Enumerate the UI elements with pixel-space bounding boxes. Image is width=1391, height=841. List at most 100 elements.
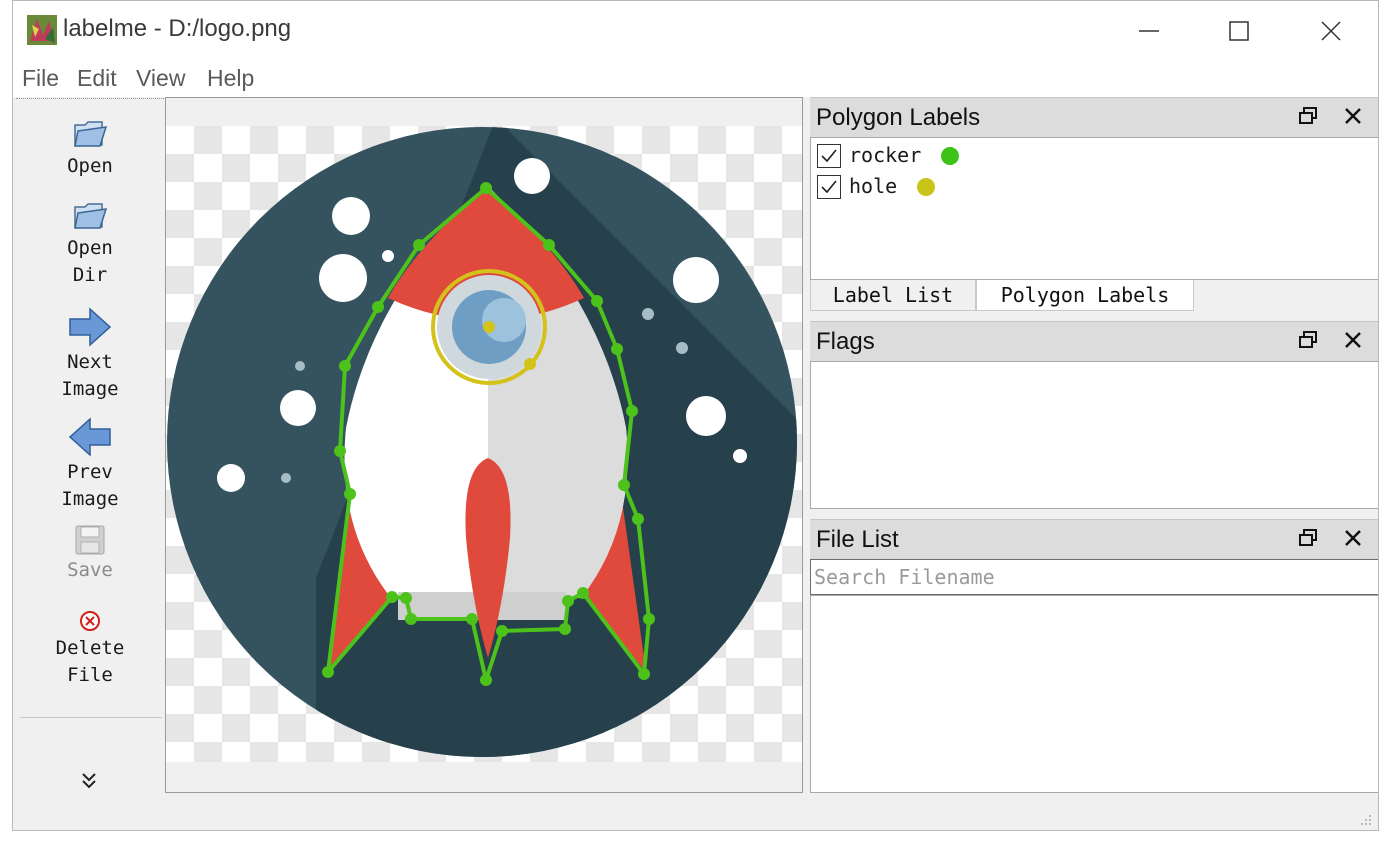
window-title: labelme - D:/logo.png (63, 15, 292, 42)
polygon-vertex-handle[interactable] (643, 613, 655, 625)
polygon-vertex-handle[interactable] (386, 591, 398, 603)
hole-vertex-handle[interactable] (524, 358, 536, 370)
menu-help[interactable]: Help (207, 65, 254, 92)
close-icon (1321, 21, 1341, 41)
star (673, 257, 719, 303)
polygon-labels-dock-header: Polygon Labels (810, 97, 1378, 137)
tab-polygon-labels[interactable]: Polygon Labels (976, 280, 1194, 311)
prev-image-label-line1: Prev (67, 461, 113, 483)
polygon-vertex-handle[interactable] (466, 613, 478, 625)
polygon-vertex-handle[interactable] (413, 239, 425, 251)
tool-bar: Open Open Dir Next Image Prev Image Save… (16, 98, 164, 792)
label-checkbox[interactable] (817, 144, 841, 168)
polygon-vertex-handle[interactable] (562, 595, 574, 607)
star (295, 361, 305, 371)
star (217, 464, 245, 492)
maximize-button[interactable] (1209, 11, 1269, 51)
polygon-vertex-handle[interactable] (543, 239, 555, 251)
polygon-labels-list: rocker hole (810, 137, 1378, 280)
prev-image-button[interactable]: Prev Image (16, 417, 164, 513)
label-item-text: hole (849, 174, 898, 198)
arrow-right-icon (69, 307, 112, 347)
star (281, 473, 291, 483)
folder-open-icon (74, 121, 108, 147)
app-logo-icon (27, 15, 57, 45)
polygon-vertex-handle[interactable] (322, 666, 334, 678)
flags-dock-title: Flags (816, 328, 875, 355)
maximize-icon (1229, 21, 1249, 41)
file-list-dock: File List (810, 519, 1378, 793)
dock-float-icon[interactable] (1298, 528, 1318, 548)
open-dir-button[interactable]: Open Dir (16, 197, 164, 289)
delete-circle-icon (80, 611, 100, 631)
checkmark-icon (821, 180, 837, 194)
polygon-vertex-handle[interactable] (496, 625, 508, 637)
polygon-vertex-handle[interactable] (372, 301, 384, 313)
star (642, 308, 654, 320)
open-label: Open (67, 155, 113, 177)
dock-close-icon[interactable] (1344, 107, 1362, 125)
label-color-dot (941, 147, 959, 165)
polygon-vertex-handle[interactable] (626, 405, 638, 417)
arrow-left-icon (68, 417, 111, 457)
label-item-text: rocker (849, 143, 922, 167)
polygon-vertex-handle[interactable] (405, 613, 417, 625)
status-bar (13, 797, 1378, 830)
dock-close-icon[interactable] (1344, 529, 1362, 547)
hole-vertex-handle[interactable] (483, 321, 495, 333)
flags-list[interactable] (810, 361, 1378, 509)
next-image-button[interactable]: Next Image (16, 307, 164, 403)
menu-edit[interactable]: Edit (77, 65, 117, 92)
file-list[interactable] (810, 595, 1378, 793)
double-chevron-down-icon[interactable] (80, 771, 98, 791)
flags-dock: Flags (810, 321, 1378, 511)
label-checkbox[interactable] (817, 175, 841, 199)
open-button[interactable]: Open (16, 115, 164, 180)
close-window-button[interactable] (1301, 11, 1361, 51)
polygon-vertex-handle[interactable] (334, 445, 346, 457)
polygon-vertex-handle[interactable] (632, 513, 644, 525)
star (280, 390, 316, 426)
polygon-vertex-handle[interactable] (480, 182, 492, 194)
star (733, 449, 747, 463)
menu-bar: File Edit View Help (13, 59, 1378, 97)
polygon-vertex-handle[interactable] (591, 295, 603, 307)
file-list-dock-header: File List (810, 519, 1378, 559)
flags-dock-header: Flags (810, 321, 1378, 361)
menu-file[interactable]: File (22, 65, 59, 92)
polygon-vertex-handle[interactable] (638, 668, 650, 680)
polygon-vertex-handle[interactable] (559, 623, 571, 635)
minimize-icon (1139, 30, 1159, 32)
save-label: Save (67, 559, 113, 581)
polygon-labels-dock: Polygon Labels rocker hole Label List Po… (810, 97, 1378, 313)
minimize-button[interactable] (1119, 11, 1179, 51)
prev-image-label-line2: Image (61, 488, 119, 510)
star (332, 197, 370, 235)
polygon-vertex-handle[interactable] (618, 479, 630, 491)
dock-tab-bar: Label List Polygon Labels (810, 280, 1378, 312)
star (686, 396, 726, 436)
star (319, 254, 367, 302)
next-image-label-line1: Next (67, 351, 113, 373)
polygon-vertex-handle[interactable] (480, 674, 492, 686)
tab-label-list[interactable]: Label List (810, 280, 976, 311)
save-button[interactable]: Save (16, 525, 164, 584)
dock-float-icon[interactable] (1298, 106, 1318, 126)
polygon-vertex-handle[interactable] (611, 343, 623, 355)
image-canvas[interactable] (165, 97, 803, 793)
annotated-image[interactable] (166, 98, 803, 793)
delete-file-label-line2: File (67, 664, 113, 686)
resize-grip-icon[interactable] (1360, 814, 1372, 826)
delete-file-button[interactable]: Delete File (16, 609, 164, 689)
polygon-vertex-handle[interactable] (339, 360, 351, 372)
dock-float-icon[interactable] (1298, 330, 1318, 350)
menu-view[interactable]: View (136, 65, 185, 92)
dock-close-icon[interactable] (1344, 331, 1362, 349)
polygon-vertex-handle[interactable] (344, 488, 356, 500)
polygon-vertex-handle[interactable] (400, 592, 412, 604)
search-filename-input[interactable] (810, 559, 1378, 595)
labelme-window: labelme - D:/logo.png File Edit View Hel… (12, 0, 1379, 831)
star (382, 250, 394, 262)
star (676, 342, 688, 354)
polygon-vertex-handle[interactable] (577, 587, 589, 599)
